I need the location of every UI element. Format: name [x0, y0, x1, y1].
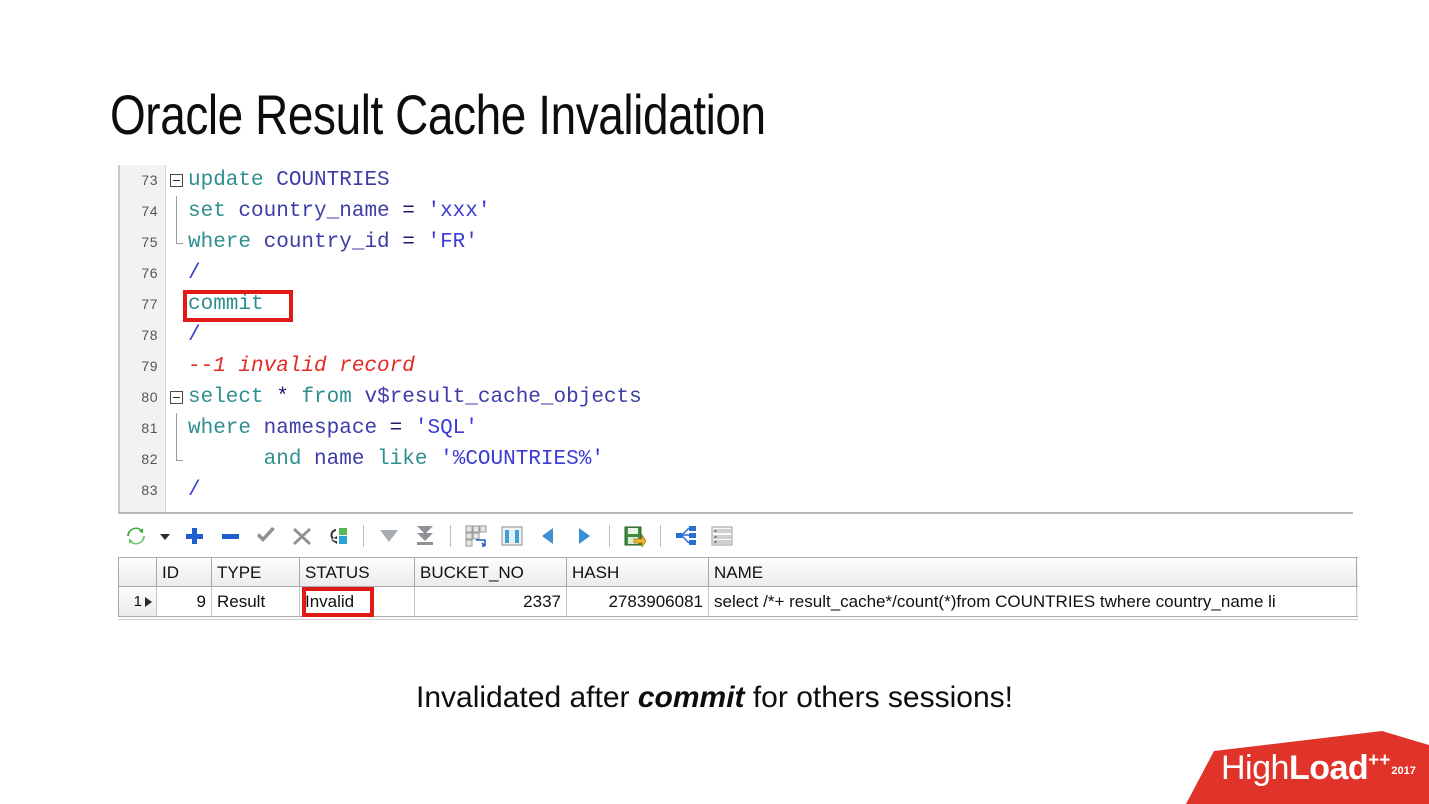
code-line-text: /: [188, 479, 201, 502]
logo-high-text: High: [1221, 749, 1289, 787]
export-data-icon[interactable]: [617, 521, 653, 551]
cell-type[interactable]: Result: [212, 587, 300, 617]
slide-caption: Invalidated after commit for others sess…: [0, 681, 1429, 715]
refresh-icon[interactable]: [118, 521, 154, 551]
toolbar-separator: [609, 525, 610, 547]
fold-guide-end: [176, 227, 183, 244]
single-record-view-icon[interactable]: [458, 521, 494, 551]
code-line[interactable]: 73 update COUNTRIES: [118, 165, 1353, 196]
fold-collapse-icon[interactable]: [170, 391, 183, 404]
current-row-indicator-icon: [145, 596, 152, 607]
dropdown-arrow-icon[interactable]: [154, 521, 176, 551]
prev-record-icon[interactable]: [530, 521, 566, 551]
line-number: 82: [141, 451, 158, 467]
cell-name[interactable]: select /*+ result_cache*/count(*)from CO…: [709, 587, 1357, 617]
toolbar-separator: [450, 525, 451, 547]
cell-bucket_no[interactable]: 2337: [415, 587, 567, 617]
code-line[interactable]: 76 /: [118, 258, 1353, 289]
cell-name-overflow-indicator[interactable]: …: [1357, 587, 1358, 617]
code-line[interactable]: 77 commit: [118, 289, 1353, 320]
code-line-text: /: [188, 262, 201, 285]
slide: Oracle Result Cache Invalidation 73 updat…: [0, 0, 1429, 804]
cell-status[interactable]: Invalid: [300, 587, 415, 617]
logo-load-text: Load: [1288, 749, 1369, 787]
column-header-status[interactable]: STATUS: [300, 558, 415, 587]
line-number: 77: [141, 296, 158, 312]
highload-logo: High Load ++ 2017: [1186, 731, 1429, 804]
record-list-icon[interactable]: [704, 521, 740, 551]
logo-year-text: 2017: [1391, 765, 1416, 777]
grid-bottom-edge: [118, 619, 1358, 620]
cell-hash[interactable]: 2783906081: [567, 587, 709, 617]
sql-code-editor[interactable]: 73 update COUNTRIES 74 set country_name = '…: [118, 165, 1353, 512]
code-line[interactable]: 79 --1 invalid record: [118, 351, 1353, 382]
code-line-text: set country_name = 'xxx': [188, 200, 491, 223]
line-number: 76: [141, 265, 158, 281]
line-number: 80: [141, 389, 158, 405]
code-line-text: where country_id = 'FR': [188, 231, 478, 254]
fold-guide-line: [176, 413, 177, 444]
cell-id[interactable]: 9: [157, 587, 212, 617]
insert-row-icon[interactable]: [176, 521, 212, 551]
rollback-changes-icon[interactable]: [320, 521, 356, 551]
code-line-text: --1 invalid record: [188, 355, 415, 378]
code-line[interactable]: 75 where country_id = 'FR': [118, 227, 1353, 258]
code-line[interactable]: 83 /: [118, 475, 1353, 506]
fold-guide-end: [176, 444, 183, 461]
fold-collapse-icon[interactable]: [170, 174, 183, 187]
page-title: Oracle Result Cache Invalidation: [110, 83, 766, 146]
column-header-partial[interactable]: [1357, 558, 1358, 587]
delete-row-icon[interactable]: [212, 521, 248, 551]
line-number: 75: [141, 234, 158, 250]
logo-wordmark: High Load ++ 2017: [1221, 749, 1416, 788]
row-number: 1: [133, 592, 142, 610]
sql-tool-screenshot: 73 update COUNTRIES 74 set country_name = '…: [118, 165, 1358, 630]
row-header[interactable]: 1: [119, 587, 157, 617]
line-number: 83: [141, 482, 158, 498]
result-grid[interactable]: ID TYPE STATUS BUCKET_NO HASH NAME 1 9 Result In…: [118, 557, 1358, 625]
result-grid-toolbar[interactable]: [118, 518, 1353, 554]
code-line[interactable]: 81 where namespace = 'SQL': [118, 413, 1353, 444]
code-line[interactable]: 78 /: [118, 320, 1353, 351]
code-line[interactable]: 82 and name like '%COUNTRIES%': [118, 444, 1353, 475]
code-line-text: where namespace = 'SQL': [188, 417, 478, 440]
fold-guide-line: [176, 196, 177, 227]
caption-before: Invalidated after: [416, 681, 638, 714]
code-line-text: select * from v$result_cache_objects: [188, 386, 642, 409]
line-number: 81: [141, 420, 158, 436]
code-line[interactable]: 80 select * from v$result_cache_objects: [118, 382, 1353, 413]
column-header-name[interactable]: NAME: [709, 558, 1357, 587]
caption-emphasis: commit: [637, 681, 745, 714]
line-number: 74: [141, 203, 158, 219]
line-number: 79: [141, 358, 158, 374]
column-header-id[interactable]: ID: [157, 558, 212, 587]
line-number: 73: [141, 172, 158, 188]
column-header-type[interactable]: TYPE: [212, 558, 300, 587]
code-line-text: and name like '%COUNTRIES%': [263, 448, 604, 471]
caption-after: for others sessions!: [744, 681, 1013, 714]
table-header-row: ID TYPE STATUS BUCKET_NO HASH NAME: [119, 558, 1358, 587]
commit-check-icon[interactable]: [248, 521, 284, 551]
table-row[interactable]: 1 9 Result Invalid 2337 2783906081 select /*+ …: [119, 587, 1358, 617]
graph-view-icon[interactable]: [668, 521, 704, 551]
column-header-hash[interactable]: HASH: [567, 558, 709, 587]
toolbar-separator: [660, 525, 661, 547]
columns-icon[interactable]: [494, 521, 530, 551]
line-number: 78: [141, 327, 158, 343]
column-header-bucket_no[interactable]: BUCKET_NO: [415, 558, 567, 587]
code-line-text: /: [188, 324, 201, 347]
grid-corner-cell: [119, 558, 157, 587]
code-line-text: update COUNTRIES: [188, 169, 390, 192]
fetch-next-icon[interactable]: [371, 521, 407, 551]
code-line-text: commit: [188, 293, 264, 316]
result-grid-inner: ID TYPE STATUS BUCKET_NO HASH NAME 1 9 Result In…: [118, 557, 1358, 617]
next-record-icon[interactable]: [566, 521, 602, 551]
code-line[interactable]: 74 set country_name = 'xxx': [118, 196, 1353, 227]
editor-bottom-divider: [118, 512, 1353, 514]
logo-plusplus-text: ++: [1368, 750, 1391, 771]
rollback-x-icon[interactable]: [284, 521, 320, 551]
fetch-all-icon[interactable]: [407, 521, 443, 551]
code-lines-container[interactable]: 73 update COUNTRIES 74 set country_name = '…: [118, 165, 1353, 506]
toolbar-separator: [363, 525, 364, 547]
